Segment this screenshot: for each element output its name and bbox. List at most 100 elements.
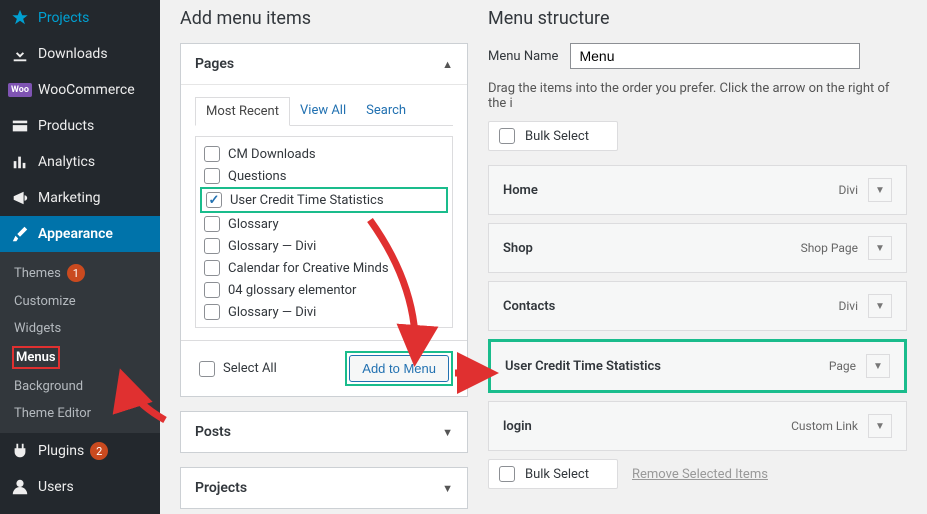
appearance-submenu: Themes1 Customize Widgets Menus Background Th…: [0, 252, 160, 433]
chevron-down-icon[interactable]: ▼: [868, 236, 892, 260]
menu-structure-column: Menu structure Menu Name Drag the items …: [488, 0, 907, 514]
bulk-select-top[interactable]: Bulk Select: [488, 121, 618, 151]
add-to-menu-button[interactable]: Add to Menu: [349, 355, 449, 382]
admin-sidebar: Projects DownloadsWooWooCommerceProducts A…: [0, 0, 160, 514]
submenu-item-customize[interactable]: Customize: [0, 288, 160, 315]
submenu-label: Customize: [14, 294, 76, 309]
panel-title: Posts: [195, 424, 231, 440]
drag-hint: Drag the items into the order you prefer…: [488, 81, 907, 111]
bulk-select-checkbox-bottom[interactable]: [499, 466, 515, 482]
sidebar-item-label: WooCommerce: [38, 82, 135, 98]
sidebar-item-woocommerce[interactable]: WooWooCommerce: [0, 72, 160, 108]
chevron-down-icon[interactable]: ▼: [868, 294, 892, 318]
collapse-icon: ▲: [442, 58, 453, 71]
remove-selected-link[interactable]: Remove Selected Items: [632, 467, 768, 482]
menu-item-type: Divi: [838, 183, 858, 197]
expand-icon: ▼: [442, 426, 453, 439]
sidebar-item-products[interactable]: Products: [0, 108, 160, 144]
pages-list[interactable]: CM DownloadsQuestions User Credit Time St…: [195, 136, 453, 328]
submenu-label: Menus: [16, 350, 56, 365]
submenu-label: Theme Editor: [14, 406, 91, 421]
menu-item[interactable]: Shop Shop Page ▼: [488, 223, 907, 273]
page-item[interactable]: User Credit Time Statistics: [200, 187, 448, 213]
sidebar-item-label: Analytics: [38, 154, 95, 170]
menu-item-title: Shop: [503, 241, 533, 256]
add-items-heading: Add menu items: [180, 8, 468, 29]
submenu-item-background[interactable]: Background: [0, 373, 160, 400]
chevron-down-icon[interactable]: ▼: [866, 354, 890, 378]
menu-item[interactable]: User Credit Time StatisticsPage▼: [488, 339, 907, 393]
sidebar-list: Projects DownloadsWooWooCommerceProducts A…: [0, 0, 160, 505]
marketing-icon: [10, 188, 30, 208]
pages-panel-header[interactable]: Pages ▲: [181, 44, 467, 85]
page-label: User Credit Time Statistics: [230, 193, 384, 208]
page-label: 04 glossary elementor: [228, 283, 356, 298]
page-item[interactable]: Glossary — Divi: [200, 235, 448, 257]
sidebar-item-marketing[interactable]: Marketing: [0, 180, 160, 216]
submenu-item-themes[interactable]: Themes1: [0, 258, 160, 288]
download-icon: [10, 44, 30, 64]
sidebar-item-downloads[interactable]: Downloads: [0, 36, 160, 72]
sidebar-item-label: Projects: [38, 10, 89, 26]
menu-item[interactable]: HomeDivi▼: [488, 165, 907, 215]
sidebar-item-label: Users: [38, 479, 74, 495]
page-checkbox[interactable]: [206, 192, 222, 208]
page-checkbox[interactable]: [204, 260, 220, 276]
pages-panel: Pages ▲ Most RecentView AllSearch CM Dow…: [180, 43, 468, 397]
bulk-select-label-top: Bulk Select: [525, 129, 589, 144]
tab-view-all[interactable]: View All: [290, 97, 356, 125]
products-icon: [10, 116, 30, 136]
sidebar-item-users[interactable]: Users: [0, 469, 160, 505]
posts-panel-header[interactable]: Posts ▼: [181, 412, 467, 452]
menu-name-input[interactable]: [570, 43, 860, 69]
projects-panel-header[interactable]: Projects▼: [181, 468, 467, 508]
submenu-item-widgets[interactable]: Widgets: [0, 315, 160, 342]
page-checkbox[interactable]: [204, 304, 220, 320]
select-all-row[interactable]: Select All: [195, 358, 281, 380]
main-content: Add menu items Pages ▲ Most RecentView A…: [160, 0, 927, 514]
bulk-select-checkbox-top[interactable]: [499, 128, 515, 144]
add-to-menu-highlight: Add to Menu: [345, 351, 453, 386]
menu-item-title: User Credit Time Statistics: [505, 359, 661, 374]
bulk-select-bottom[interactable]: Bulk Select: [488, 459, 618, 489]
page-checkbox[interactable]: [204, 146, 220, 162]
page-item[interactable]: CM Downloads: [200, 143, 448, 165]
menu-item[interactable]: Contacts Divi▼: [488, 281, 907, 331]
page-item[interactable]: Glossary — Divi: [200, 301, 448, 323]
chevron-down-icon[interactable]: ▼: [868, 414, 892, 438]
page-item[interactable]: 04 glossary elementor: [200, 279, 448, 301]
tab-search[interactable]: Search: [356, 97, 416, 125]
menu-item-type: Shop Page: [801, 241, 858, 255]
page-label: Glossary — Divi: [228, 239, 316, 254]
menu-name-label: Menu Name: [488, 49, 558, 64]
chevron-down-icon[interactable]: ▼: [868, 178, 892, 202]
user-icon: [10, 477, 30, 497]
sidebar-item-projects[interactable]: Projects: [0, 0, 160, 36]
menu-item-meta: Custom Link ▼: [791, 414, 892, 438]
page-item[interactable]: Glossary: [200, 213, 448, 235]
expand-icon: ▼: [442, 482, 453, 495]
select-all-checkbox[interactable]: [199, 361, 215, 377]
page-checkbox[interactable]: [204, 282, 220, 298]
page-checkbox[interactable]: [204, 238, 220, 254]
menu-item-title: Contacts: [503, 299, 555, 314]
projects-panel: Projects▼: [180, 467, 468, 509]
page-item[interactable]: Calendar for Creative Minds: [200, 257, 448, 279]
menu-item-title: login: [503, 419, 532, 434]
menu-item-type: Custom Link: [791, 419, 858, 433]
menu-item[interactable]: login Custom Link ▼: [488, 401, 907, 451]
page-label: Glossary: [228, 217, 279, 232]
menu-name-row: Menu Name: [488, 43, 907, 69]
sidebar-item-appearance[interactable]: Appearance: [0, 216, 160, 252]
page-checkbox[interactable]: [204, 168, 220, 184]
menu-item-meta: Divi ▼: [838, 178, 892, 202]
submenu-item-menus[interactable]: Menus: [0, 342, 160, 373]
menu-item-meta: Divi▼: [838, 294, 892, 318]
page-item[interactable]: Questions: [200, 165, 448, 187]
sidebar-item-analytics[interactable]: Analytics: [0, 144, 160, 180]
tab-most-recent[interactable]: Most Recent: [195, 97, 290, 126]
pages-panel-footer: Select All Add to Menu: [181, 340, 467, 396]
page-checkbox[interactable]: [204, 216, 220, 232]
sidebar-item-plugins[interactable]: Plugins2: [0, 433, 160, 469]
submenu-item-theme-editor[interactable]: Theme Editor: [0, 400, 160, 427]
